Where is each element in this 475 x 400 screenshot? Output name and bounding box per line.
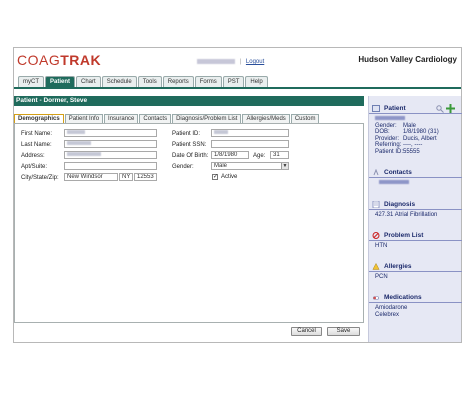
patient-id-field[interactable] <box>211 129 289 137</box>
nav-tab-myct[interactable]: myCT <box>18 76 44 87</box>
tab-diagnosis-problem-list[interactable]: Diagnosis/Problem List <box>172 114 242 123</box>
search-icon[interactable] <box>436 105 444 113</box>
tab-insurance[interactable]: Insurance <box>104 114 139 123</box>
sub-tabs: Demographics Patient Info Insurance Contact… <box>14 114 320 123</box>
cancel-button[interactable]: Cancel <box>291 327 322 336</box>
city-state-zip-label: City/State/Zip: <box>21 175 59 181</box>
nav-tab-schedule[interactable]: Schedule <box>101 76 137 87</box>
medications-list: Amiodarone Celebrex <box>369 303 462 318</box>
patient-ssn-label: Patient SSN: <box>172 142 207 148</box>
tab-custom[interactable]: Custom <box>290 114 320 123</box>
sidebar-patient: Patient Gender: Male DOB: 1/8/1980 (31) Pr… <box>369 103 462 155</box>
medication-item: Celebrex <box>375 311 400 318</box>
patient-icon <box>372 105 380 112</box>
zip-field[interactable]: 12553 <box>134 173 157 181</box>
sidebar-patient-header: Patient <box>369 103 462 114</box>
gender-value: Male <box>214 163 228 169</box>
city-field[interactable]: New Windsor <box>64 173 118 181</box>
sidebar-problem-list: Problem List HTN <box>369 230 462 250</box>
apt-suite-field[interactable] <box>64 162 157 170</box>
nav-tab-tools[interactable]: Tools <box>137 76 162 87</box>
contact-redacted <box>379 180 409 185</box>
no-entry-icon <box>372 232 380 239</box>
section-title: Patient - Dormer, Steve <box>14 96 364 106</box>
nav-tab-forms[interactable]: Forms <box>194 76 222 87</box>
diagnosis-item: 427.31 Atrial Fibrillation <box>375 212 438 218</box>
patient-sidebar: Patient Gender: Male DOB: 1/8/1980 (31) Pr… <box>368 96 462 342</box>
diagnosis-icon <box>372 201 380 208</box>
tab-patient-info[interactable]: Patient Info <box>64 114 104 123</box>
last-name-label: Last Name: <box>21 142 52 148</box>
age-field[interactable]: 31 <box>270 151 289 159</box>
patient-id-label: Patient ID: <box>172 131 201 137</box>
demographics-form: First Name: Last Name: Address: Apt/Suit… <box>14 123 364 323</box>
allergy-item: PCN <box>375 274 388 280</box>
contacts-icon <box>373 169 379 176</box>
warning-icon <box>372 263 380 270</box>
sidebar-patient-details: Gender: Male DOB: 1/8/1980 (31) Provider: D… <box>369 114 462 155</box>
logout-link[interactable]: Logout <box>246 59 264 65</box>
gender-label: Gender: <box>172 164 194 170</box>
tab-demographics[interactable]: Demographics <box>14 114 64 123</box>
practice-name: Hudson Valley Cardiology <box>358 55 457 64</box>
sidebar-contacts-header: Contacts <box>369 167 462 178</box>
nav-tab-patient[interactable]: Patient <box>45 76 76 87</box>
main-panel: Patient - Dormer, Steve Demographics Pati… <box>14 96 364 342</box>
nav-tab-help[interactable]: Help <box>245 76 268 87</box>
dob-field[interactable]: 1/8/1980 <box>211 151 249 159</box>
first-name-label: First Name: <box>21 131 53 137</box>
tab-contacts[interactable]: Contacts <box>139 114 172 123</box>
tab-allergies-meds[interactable]: Allergies/Meds <box>242 114 290 123</box>
add-icon[interactable] <box>446 104 455 113</box>
patient-ssn-field[interactable] <box>211 140 289 148</box>
nav-tab-reports[interactable]: Reports <box>162 76 194 87</box>
user-bar: | Logout <box>197 59 264 65</box>
sidebar-contacts: Contacts <box>369 167 462 187</box>
problem-item: HTN <box>375 243 388 249</box>
address-label: Address: <box>21 153 45 159</box>
gender-select[interactable]: Male ▼ <box>211 162 289 170</box>
age-label: Age: <box>253 153 266 159</box>
address-field[interactable] <box>64 151 157 159</box>
sidebar-allergies: Allergies PCN <box>369 261 462 281</box>
apt-suite-label: Apt/Suite: <box>21 164 48 170</box>
sidebar-allergies-header: Allergies <box>369 261 462 272</box>
pill-icon <box>373 296 379 300</box>
nav-tab-pst[interactable]: PST <box>222 76 245 87</box>
sidebar-problem-list-header: Problem List <box>369 230 462 241</box>
sidebar-medications-header: Medications <box>369 292 462 303</box>
state-field[interactable]: NY <box>119 173 133 181</box>
dob-label: Date Of Birth: <box>172 153 209 159</box>
sidebar-medications: Medications Amiodarone Celebrex <box>369 292 462 318</box>
nav-tab-chart[interactable]: Chart <box>76 76 101 87</box>
save-button[interactable]: Save <box>327 327 360 336</box>
first-name-field[interactable] <box>64 129 157 137</box>
active-checkbox[interactable]: ✓ <box>212 174 218 180</box>
nav-tabs: myCT Patient Chart Schedule Tools Reports Form… <box>18 76 268 87</box>
sidebar-diagnosis-header: Diagnosis <box>369 199 462 210</box>
chevron-down-icon[interactable]: ▼ <box>281 163 288 169</box>
main-nav: myCT Patient Chart Schedule Tools Reports Form… <box>14 76 461 89</box>
app-logo: COAGTRAK <box>17 52 102 68</box>
active-label: Active <box>221 174 238 180</box>
sidebar-diagnosis: Diagnosis 427.31 Atrial Fibrillation <box>369 199 462 219</box>
last-name-field[interactable] <box>64 140 157 148</box>
user-name-redacted <box>197 59 235 64</box>
